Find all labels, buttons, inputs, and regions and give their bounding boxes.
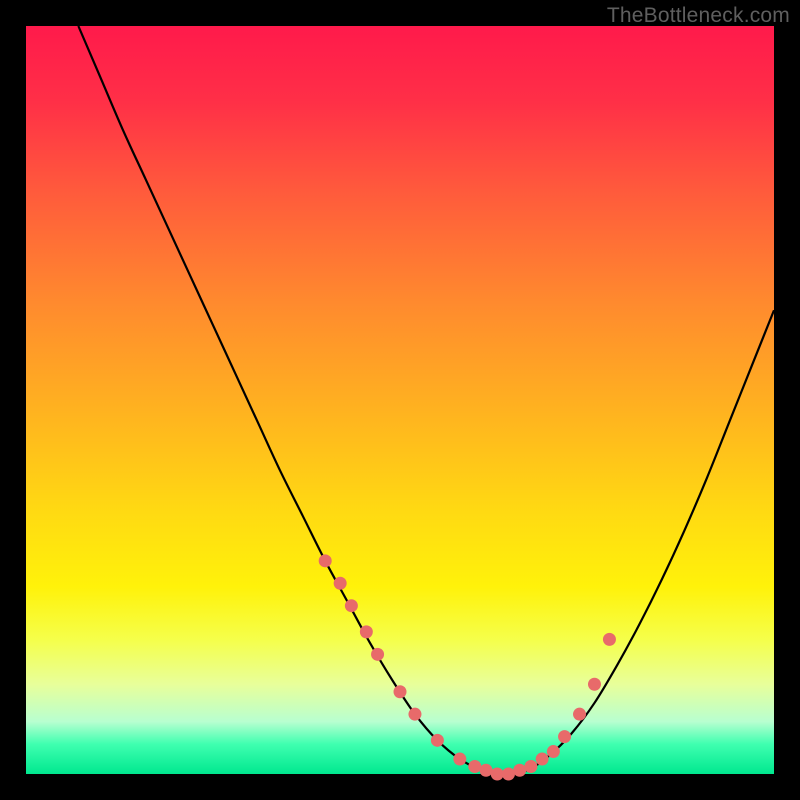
bottleneck-curve bbox=[78, 26, 774, 774]
curve-marker bbox=[491, 768, 504, 781]
marker-group bbox=[319, 554, 616, 780]
curve-marker bbox=[360, 625, 373, 638]
curve-marker bbox=[431, 734, 444, 747]
curve-marker bbox=[603, 633, 616, 646]
curve-marker bbox=[319, 554, 332, 567]
curve-marker bbox=[524, 760, 537, 773]
gradient-plot-area bbox=[26, 26, 774, 774]
curve-marker bbox=[408, 708, 421, 721]
curve-marker bbox=[394, 685, 407, 698]
curve-marker bbox=[573, 708, 586, 721]
curve-marker bbox=[480, 764, 493, 777]
curve-marker bbox=[558, 730, 571, 743]
curve-marker bbox=[334, 577, 347, 590]
curve-marker bbox=[502, 768, 515, 781]
curve-marker bbox=[453, 753, 466, 766]
chart-svg bbox=[26, 26, 774, 774]
curve-marker bbox=[468, 760, 481, 773]
curve-marker bbox=[547, 745, 560, 758]
watermark-text: TheBottleneck.com bbox=[607, 4, 790, 28]
curve-marker bbox=[588, 678, 601, 691]
curve-marker bbox=[345, 599, 358, 612]
curve-marker bbox=[513, 764, 526, 777]
curve-marker bbox=[536, 753, 549, 766]
chart-frame: TheBottleneck.com bbox=[0, 0, 800, 800]
curve-marker bbox=[371, 648, 384, 661]
